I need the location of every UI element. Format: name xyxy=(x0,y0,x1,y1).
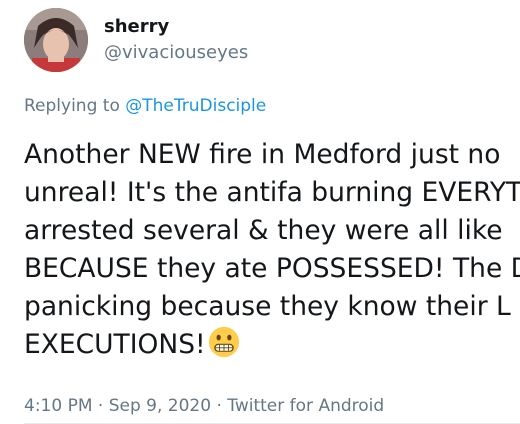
tweet-text-line: panicking because they know their L xyxy=(24,291,511,322)
reply-target-link[interactable]: @TheTruDisciple xyxy=(125,96,266,116)
tweet-text-line: arrested several & they were all like xyxy=(24,215,503,246)
tweet-card: sherry @vivaciouseyes Replying to @TheTr… xyxy=(0,0,520,424)
tweet-text-line: EXECUTIONS! xyxy=(24,329,206,360)
tweet-meta: 4:10 PM · Sep 9, 2020 · Twitter for Andr… xyxy=(24,396,384,416)
avatar-image xyxy=(24,8,88,72)
tweet-text-line: unreal! It's the antifa burning EVERYT xyxy=(24,177,520,208)
user-handle[interactable]: @vivaciouseyes xyxy=(104,42,248,63)
meta-separator: · xyxy=(92,396,109,416)
tweet-source[interactable]: Twitter for Android xyxy=(227,396,384,416)
tweet-time[interactable]: 4:10 PM xyxy=(24,396,93,416)
meta-separator: · xyxy=(211,396,228,416)
tweet-text-line: BECAUSE they ate POSSESSED! The D xyxy=(24,253,520,284)
replying-to-label: Replying to xyxy=(24,96,126,116)
display-name[interactable]: sherry xyxy=(104,16,169,37)
replying-to: Replying to @TheTruDisciple xyxy=(24,96,266,116)
grimacing-face-emoji-icon xyxy=(208,326,239,358)
tweet-text-line: Another NEW fire in Medford just no xyxy=(24,139,501,170)
tweet-text: Another NEW fire in Medford just no unre… xyxy=(24,136,520,364)
avatar[interactable] xyxy=(24,8,88,72)
tweet-date[interactable]: Sep 9, 2020 xyxy=(109,396,211,416)
tweet-text-last-line: EXECUTIONS! xyxy=(24,326,520,364)
